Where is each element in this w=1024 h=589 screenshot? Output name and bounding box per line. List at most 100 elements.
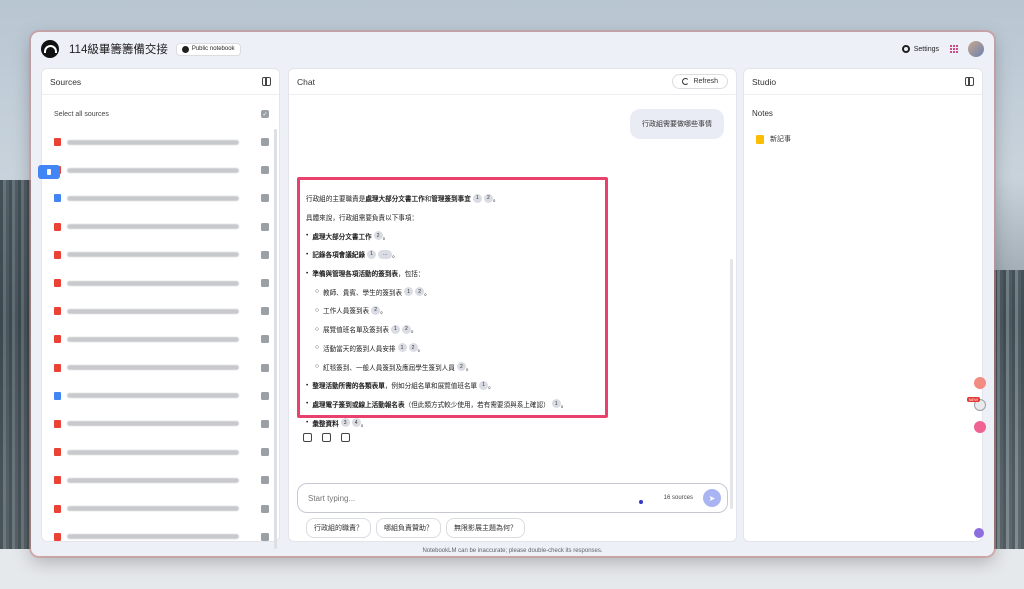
citation-1[interactable]: 1: [397, 343, 407, 353]
globe-icon: [181, 45, 189, 53]
notebook-title[interactable]: 114級畢籌籌備交接: [69, 41, 168, 57]
source-item[interactable]: 展覽值班名單.pdf: [42, 438, 279, 466]
answer-subbullet: ○ 活動當天的簽到人員安排 1 2。: [315, 343, 425, 353]
source-checkbox[interactable]: [261, 138, 269, 147]
source-item[interactable]: 攝影組交接.pdf: [42, 494, 279, 522]
source-item[interactable]: 畢籌工作分配表.pdf: [42, 156, 279, 184]
settings-button[interactable]: Settings: [901, 45, 939, 53]
chat-scrollbar[interactable]: [730, 259, 733, 509]
select-all-checkbox[interactable]: ✓: [261, 110, 269, 118]
answer-subbullet: ○ 展覽值班名單及簽到表 1 2。: [315, 324, 418, 335]
citation-1[interactable]: 1: [479, 380, 489, 390]
answer-text: 展覽值班名單及簽到表: [322, 327, 389, 335]
answer-bullet: • 處理電子簽到或線上活動報名表 （但此類方式較少使用，若有需要須與系上確認） 1。: [306, 399, 568, 409]
notebooklm-logo-icon[interactable]: [41, 40, 59, 58]
background-trees-right: [994, 270, 1024, 560]
citation-4[interactable]: 4: [351, 418, 361, 428]
avatar[interactable]: [968, 41, 984, 57]
sources-scrollbar[interactable]: [274, 129, 277, 549]
source-item[interactable]: 宣傳規劃.pdf: [42, 354, 279, 382]
collapse-panel-icon[interactable]: [965, 77, 974, 86]
source-item[interactable]: 會議記錄 - docs: [42, 184, 279, 212]
source-name: 攝影組交接.pdf: [67, 506, 239, 512]
source-count: 16 sources: [663, 495, 693, 501]
select-all-sources[interactable]: Select all sources ✓: [42, 95, 279, 122]
source-checkbox[interactable]: [261, 476, 269, 485]
answer-subbullet: ○ 教師、貴賓、學生的簽到表 1 2。: [315, 287, 431, 297]
assistant-icon[interactable]: [974, 528, 984, 538]
suggestion-chip[interactable]: 無限影展主題為何？: [446, 518, 525, 538]
pdf-file-icon: [54, 504, 61, 513]
source-checkbox[interactable]: [261, 532, 269, 541]
citation-1[interactable]: 1: [367, 249, 377, 259]
source-checkbox[interactable]: [261, 391, 269, 400]
source-item[interactable]: 畢典流程.pdf: [42, 213, 279, 241]
collapse-panel-icon[interactable]: [262, 77, 271, 86]
citation-1[interactable]: 1: [390, 324, 400, 334]
sources-title: Sources: [50, 76, 82, 87]
citation-more[interactable]: ...: [378, 249, 393, 259]
source-checkbox[interactable]: [261, 307, 269, 316]
thumbs-down-icon[interactable]: [341, 433, 350, 442]
source-checkbox[interactable]: [261, 504, 269, 513]
new-note-button[interactable]: 新記事: [744, 118, 982, 144]
refresh-button[interactable]: Refresh: [672, 74, 728, 89]
send-button[interactable]: ➤: [703, 489, 721, 507]
source-list: 114級畢籌交接.pdf 畢籌工作分配表.pdf 會議記錄 - docs 畢典流程.p…: [42, 122, 279, 556]
suggestion-chip[interactable]: 哪組負責贊助？: [376, 518, 441, 538]
apps-grid-icon[interactable]: [949, 45, 958, 54]
source-item[interactable]: 邀請名單與簽到.pdf: [42, 325, 279, 353]
source-item[interactable]: 時程表與工作進度 - docs: [42, 382, 279, 410]
answer-subbullet: ○ 紅毯簽到、一般人員簽到及應屆學生簽到人員 2。: [315, 362, 473, 372]
citation-3[interactable]: 3: [340, 418, 350, 428]
source-checkbox[interactable]: [261, 419, 269, 428]
source-name: 場地租借.pdf: [67, 280, 239, 286]
citation-2[interactable]: 2: [415, 287, 425, 297]
source-checkbox[interactable]: [261, 166, 269, 175]
source-item[interactable]: 活動企劃書 - 上屆.pdf: [42, 523, 279, 551]
source-checkbox[interactable]: [261, 335, 269, 344]
refresh-label: Refresh: [693, 78, 718, 85]
source-checkbox[interactable]: [261, 250, 269, 259]
source-item[interactable]: 廠商聯絡資訊.pdf: [42, 466, 279, 494]
citation-2[interactable]: 2: [401, 324, 411, 334]
pdf-file-icon: [54, 532, 61, 541]
suggestion-chip[interactable]: 行政組的職責？: [306, 518, 371, 538]
source-checkbox[interactable]: [261, 194, 269, 203]
source-checkbox[interactable]: [261, 363, 269, 372]
answer-bold: 處理大部分文書工作: [365, 196, 425, 204]
source-item[interactable]: 場地租借.pdf: [42, 269, 279, 297]
select-all-label: Select all sources: [54, 110, 109, 118]
source-item[interactable]: 器材清單與借用.pdf: [42, 297, 279, 325]
answer-bold: 彙整資料: [312, 420, 339, 428]
thumbs-up-icon[interactable]: [322, 433, 331, 442]
citation-1[interactable]: 1: [404, 287, 414, 297]
translate-icon[interactable]: [974, 421, 986, 433]
gift-icon[interactable]: [974, 377, 986, 389]
copy-icon[interactable]: [303, 433, 312, 442]
answer-text: 行政組的主要職責是: [306, 196, 366, 204]
source-item[interactable]: 經費預算與核銷.pdf: [42, 241, 279, 269]
source-name: 各組職責說明.pdf: [67, 421, 239, 427]
citation-2[interactable]: 2: [373, 231, 383, 241]
source-item[interactable]: 114級畢籌交接.pdf: [42, 128, 279, 156]
citation-1[interactable]: 1: [551, 399, 561, 409]
source-checkbox[interactable]: [261, 279, 269, 288]
citation-2[interactable]: 2: [371, 305, 381, 315]
citation-2[interactable]: 2: [408, 343, 418, 353]
pdf-file-icon: [54, 250, 61, 259]
public-notebook-badge[interactable]: Public notebook: [175, 42, 241, 56]
source-checkbox[interactable]: [261, 448, 269, 457]
chat-input[interactable]: [308, 493, 664, 503]
assistant-answer: 行政組的主要職責是 處理大部分文書工作和管理簽到事宜 1 2。 具體來說，行政組需要…: [297, 177, 608, 428]
citation-2[interactable]: 2: [483, 193, 493, 203]
sources-panel: Sources Select all sources ✓ 114級畢籌交接.pd…: [38, 68, 280, 549]
pdf-file-icon: [54, 448, 61, 457]
citation-1[interactable]: 1: [472, 193, 482, 203]
source-checkbox[interactable]: [261, 222, 269, 231]
pdf-file-icon: [54, 363, 61, 372]
studio-title: Studio: [752, 76, 777, 87]
citation-2[interactable]: 2: [456, 362, 466, 372]
source-pin-icon[interactable]: [38, 165, 60, 179]
source-item[interactable]: 各組職責說明.pdf: [42, 410, 279, 438]
